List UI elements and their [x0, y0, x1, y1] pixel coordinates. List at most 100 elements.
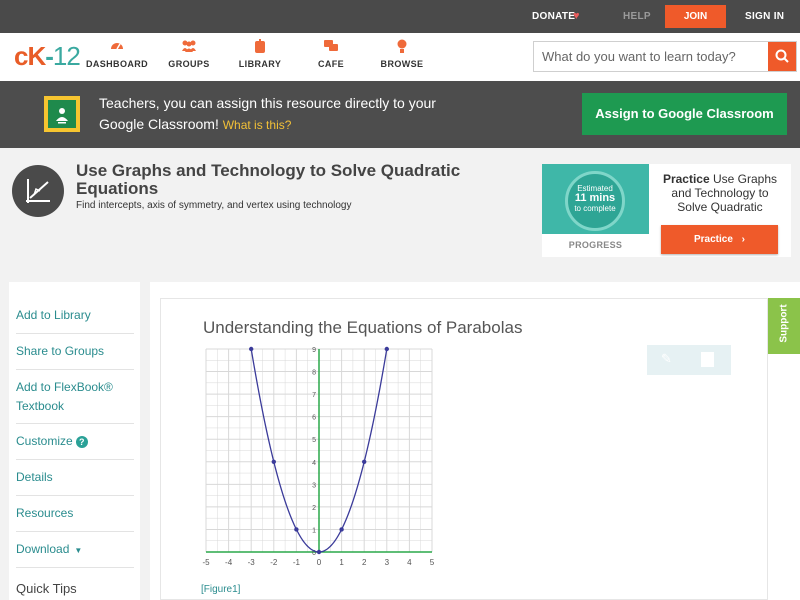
- search-input[interactable]: [534, 42, 769, 71]
- y-tick-label: 4: [312, 460, 316, 467]
- y-tick-label: 9: [312, 347, 316, 354]
- nav-library-label: LIBRARY: [238, 59, 282, 69]
- quick-tips-heading[interactable]: Quick Tips: [16, 581, 77, 596]
- sidebar-item-download[interactable]: Download ▼: [16, 532, 134, 568]
- page-title: Use Graphs and Technology to Solve Quadr…: [76, 161, 461, 198]
- x-tick-label: 2: [362, 558, 367, 567]
- parabola-graph: -5 -4 -3 -2 -1 0 1 2 3 4 5 0 1 2 3 4 5 6 7 8 9: [201, 345, 436, 590]
- classroom-banner: Teachers, you can assign this resource d…: [0, 81, 800, 148]
- notes-icon[interactable]: [701, 352, 714, 367]
- sidebar-item-add-to-flexbook[interactable]: Add to FlexBook® Textbook: [16, 370, 134, 424]
- sidebar-item-details[interactable]: Details: [16, 460, 134, 496]
- search-button[interactable]: [768, 42, 796, 71]
- nav-library[interactable]: LIBRARY: [225, 39, 295, 69]
- parabola-chart: -5 -4 -3 -2 -1 0 1 2 3 4 50123456789: [202, 346, 435, 567]
- x-tick-label: -5: [202, 558, 210, 567]
- logo-num: 12: [52, 41, 81, 71]
- y-tick-label: 7: [312, 392, 316, 399]
- help-link[interactable]: HELP: [623, 11, 651, 22]
- what-is-this-link[interactable]: What is this?: [223, 118, 292, 132]
- nav-browse[interactable]: BROWSE: [367, 39, 437, 69]
- nav-groups[interactable]: GROUPS: [154, 39, 224, 69]
- search-icon: [775, 49, 789, 63]
- chevron-right-icon: ›: [741, 234, 746, 245]
- nav-groups-label: GROUPS: [168, 59, 210, 69]
- x-tick-label: -3: [248, 558, 256, 567]
- nav-dashboard[interactable]: DASHBOARD: [82, 39, 152, 69]
- nav-dashboard-label: DASHBOARD: [85, 59, 149, 69]
- sidebar-item-resources[interactable]: Resources: [16, 496, 134, 532]
- x-tick-label: 0: [317, 558, 322, 567]
- search-box: [533, 41, 797, 72]
- practice-button[interactable]: Practice ›: [661, 225, 778, 254]
- data-point: [249, 346, 254, 352]
- cafe-icon: [296, 39, 366, 57]
- donate-link[interactable]: DONATE: [532, 11, 575, 22]
- progress-panel: Estimated 11 mins to complete PROGRESS: [542, 164, 649, 257]
- annotation-tools: ✎: [647, 345, 731, 375]
- y-tick-label: 5: [312, 437, 316, 444]
- ck12-logo[interactable]: cK-12: [14, 41, 81, 72]
- google-classroom-icon: [44, 96, 80, 132]
- y-tick-label: 6: [312, 415, 316, 422]
- graph-concept-icon: [12, 165, 64, 217]
- top-bar: DONATE ♥ HELP JOIN SIGN IN: [0, 0, 800, 33]
- section-title: Understanding the Equations of Parabolas: [203, 318, 523, 337]
- sidebar-item-label: Share to Groups: [16, 344, 105, 358]
- sidebar-item-customize[interactable]: Customize?: [16, 424, 134, 460]
- data-point: [316, 549, 322, 555]
- x-tick-label: 5: [430, 558, 435, 567]
- x-tick-label: -2: [270, 558, 278, 567]
- nav-cafe[interactable]: CAFE: [296, 39, 366, 69]
- sidebar-item-label: Add to Library: [16, 308, 91, 322]
- estimate-to-complete: to complete: [574, 204, 616, 213]
- y-tick-label: 2: [312, 505, 316, 512]
- support-tab[interactable]: Support: [768, 298, 800, 354]
- logo-dash: -: [45, 41, 54, 71]
- sign-in-link[interactable]: SIGN IN: [745, 11, 784, 22]
- dashboard-icon: [82, 39, 152, 57]
- data-point: [384, 346, 389, 352]
- estimate-badge: Estimated 11 mins to complete: [565, 171, 625, 231]
- main-content: Understanding the Equations of Parabolas…: [150, 282, 800, 600]
- estimate-minutes: 11 mins: [574, 192, 616, 204]
- browse-icon: [367, 39, 437, 57]
- sidebar-item-label: Resources: [16, 506, 74, 520]
- content-panel: Understanding the Equations of Parabolas…: [160, 298, 768, 600]
- sidebar: Add to Library Share to Groups Add to Fl…: [9, 282, 140, 600]
- join-button[interactable]: JOIN: [665, 5, 726, 28]
- y-tick-label: 8: [312, 370, 316, 377]
- data-point: [294, 527, 299, 532]
- heart-icon: ♥: [573, 10, 580, 22]
- nav-cafe-label: CAFE: [317, 59, 345, 69]
- x-tick-label: 4: [407, 558, 412, 567]
- practice-card: Estimated 11 mins to complete PROGRESS P…: [542, 164, 791, 257]
- sidebar-item-add-to-library[interactable]: Add to Library: [16, 298, 134, 334]
- page-subtitle: Find intercepts, axis of symmetry, and v…: [76, 200, 352, 211]
- y-tick-label: 3: [312, 482, 316, 489]
- sidebar-item-label: Details: [16, 470, 53, 484]
- classroom-message: Teachers, you can assign this resource d…: [99, 93, 469, 136]
- groups-icon: [154, 39, 224, 57]
- sidebar-item-label: Download: [16, 542, 70, 556]
- sidebar-item-share-to-groups[interactable]: Share to Groups: [16, 334, 134, 370]
- progress-label: PROGRESS: [568, 240, 623, 250]
- main-nav: cK-12 DASHBOARD GROUPS LIBRARY CAFE BROW…: [0, 33, 800, 81]
- data-point: [339, 527, 344, 532]
- sidebar-item-label: Add to FlexBook® Textbook: [16, 380, 113, 413]
- data-point: [271, 459, 276, 464]
- pencil-icon[interactable]: ✎: [661, 351, 672, 367]
- assign-google-classroom-button[interactable]: Assign to Google Classroom: [582, 93, 787, 135]
- x-tick-label: -1: [293, 558, 301, 567]
- figure-link[interactable]: [Figure1]: [201, 584, 240, 595]
- nav-browse-label: BROWSE: [380, 59, 424, 69]
- practice-button-label: Practice: [693, 234, 733, 245]
- x-tick-label: 3: [385, 558, 390, 567]
- practice-thumbnail: Estimated 11 mins to complete: [542, 164, 649, 234]
- caret-down-icon: ▼: [74, 546, 83, 555]
- title-area: Use Graphs and Technology to Solve Quadr…: [0, 148, 800, 270]
- library-icon: [225, 39, 295, 57]
- help-icon[interactable]: ?: [75, 436, 88, 448]
- logo-ck: cK: [14, 41, 46, 71]
- support-tab-label: Support: [778, 304, 790, 343]
